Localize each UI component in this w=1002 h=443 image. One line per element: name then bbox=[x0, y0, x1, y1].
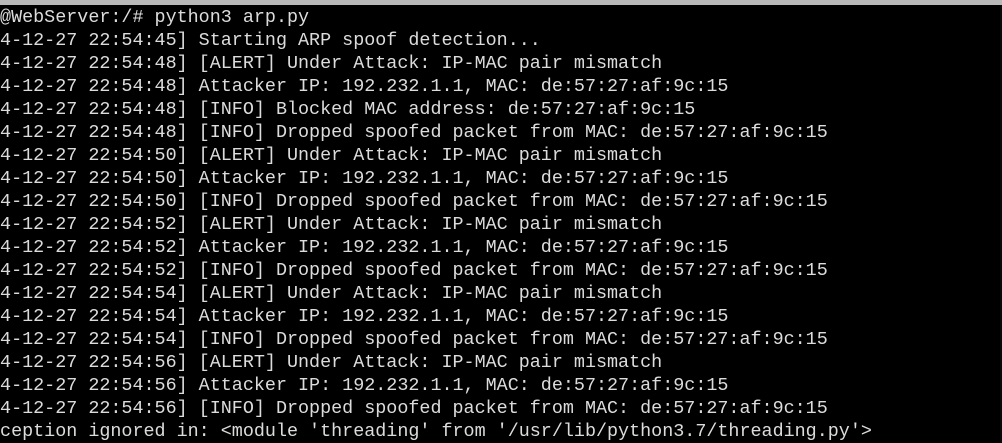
window-top-border bbox=[0, 0, 1002, 5]
terminal-line: 24-12-27 22:54:48] [INFO] Dropped spoofe… bbox=[0, 122, 828, 143]
terminal-line: 24-12-27 22:54:48] [ALERT] Under Attack:… bbox=[0, 53, 663, 74]
terminal-line: 24-12-27 22:54:48] [INFO] Blocked MAC ad… bbox=[0, 99, 696, 120]
terminal-line: 24-12-27 22:54:48] Attacker IP: 192.232.… bbox=[0, 76, 729, 97]
terminal-line: 24-12-27 22:54:54] [ALERT] Under Attack:… bbox=[0, 283, 663, 304]
terminal-line-prompt: t@WebServer:/# python3 arp.py bbox=[0, 7, 310, 28]
terminal-output[interactable]: t@WebServer:/# python3 arp.py 24-12-27 2… bbox=[0, 6, 872, 443]
terminal-line: 24-12-27 22:54:50] [INFO] Dropped spoofe… bbox=[0, 191, 828, 212]
terminal-line-exception: xception ignored in: <module 'threading'… bbox=[0, 421, 872, 442]
terminal-line: 24-12-27 22:54:45] Starting ARP spoof de… bbox=[0, 30, 541, 51]
terminal-line: 24-12-27 22:54:56] [INFO] Dropped spoofe… bbox=[0, 398, 828, 419]
terminal-window[interactable]: t@WebServer:/# python3 arp.py 24-12-27 2… bbox=[0, 0, 1002, 443]
terminal-line: 24-12-27 22:54:56] Attacker IP: 192.232.… bbox=[0, 375, 729, 396]
terminal-line: 24-12-27 22:54:54] Attacker IP: 192.232.… bbox=[0, 306, 729, 327]
terminal-line: 24-12-27 22:54:52] [ALERT] Under Attack:… bbox=[0, 214, 663, 235]
terminal-line: 24-12-27 22:54:54] [INFO] Dropped spoofe… bbox=[0, 329, 828, 350]
terminal-line: 24-12-27 22:54:50] [ALERT] Under Attack:… bbox=[0, 145, 663, 166]
terminal-line: 24-12-27 22:54:52] [INFO] Dropped spoofe… bbox=[0, 260, 828, 281]
terminal-line: 24-12-27 22:54:50] Attacker IP: 192.232.… bbox=[0, 168, 729, 189]
terminal-line: 24-12-27 22:54:52] Attacker IP: 192.232.… bbox=[0, 237, 729, 258]
terminal-line: 24-12-27 22:54:56] [ALERT] Under Attack:… bbox=[0, 352, 663, 373]
